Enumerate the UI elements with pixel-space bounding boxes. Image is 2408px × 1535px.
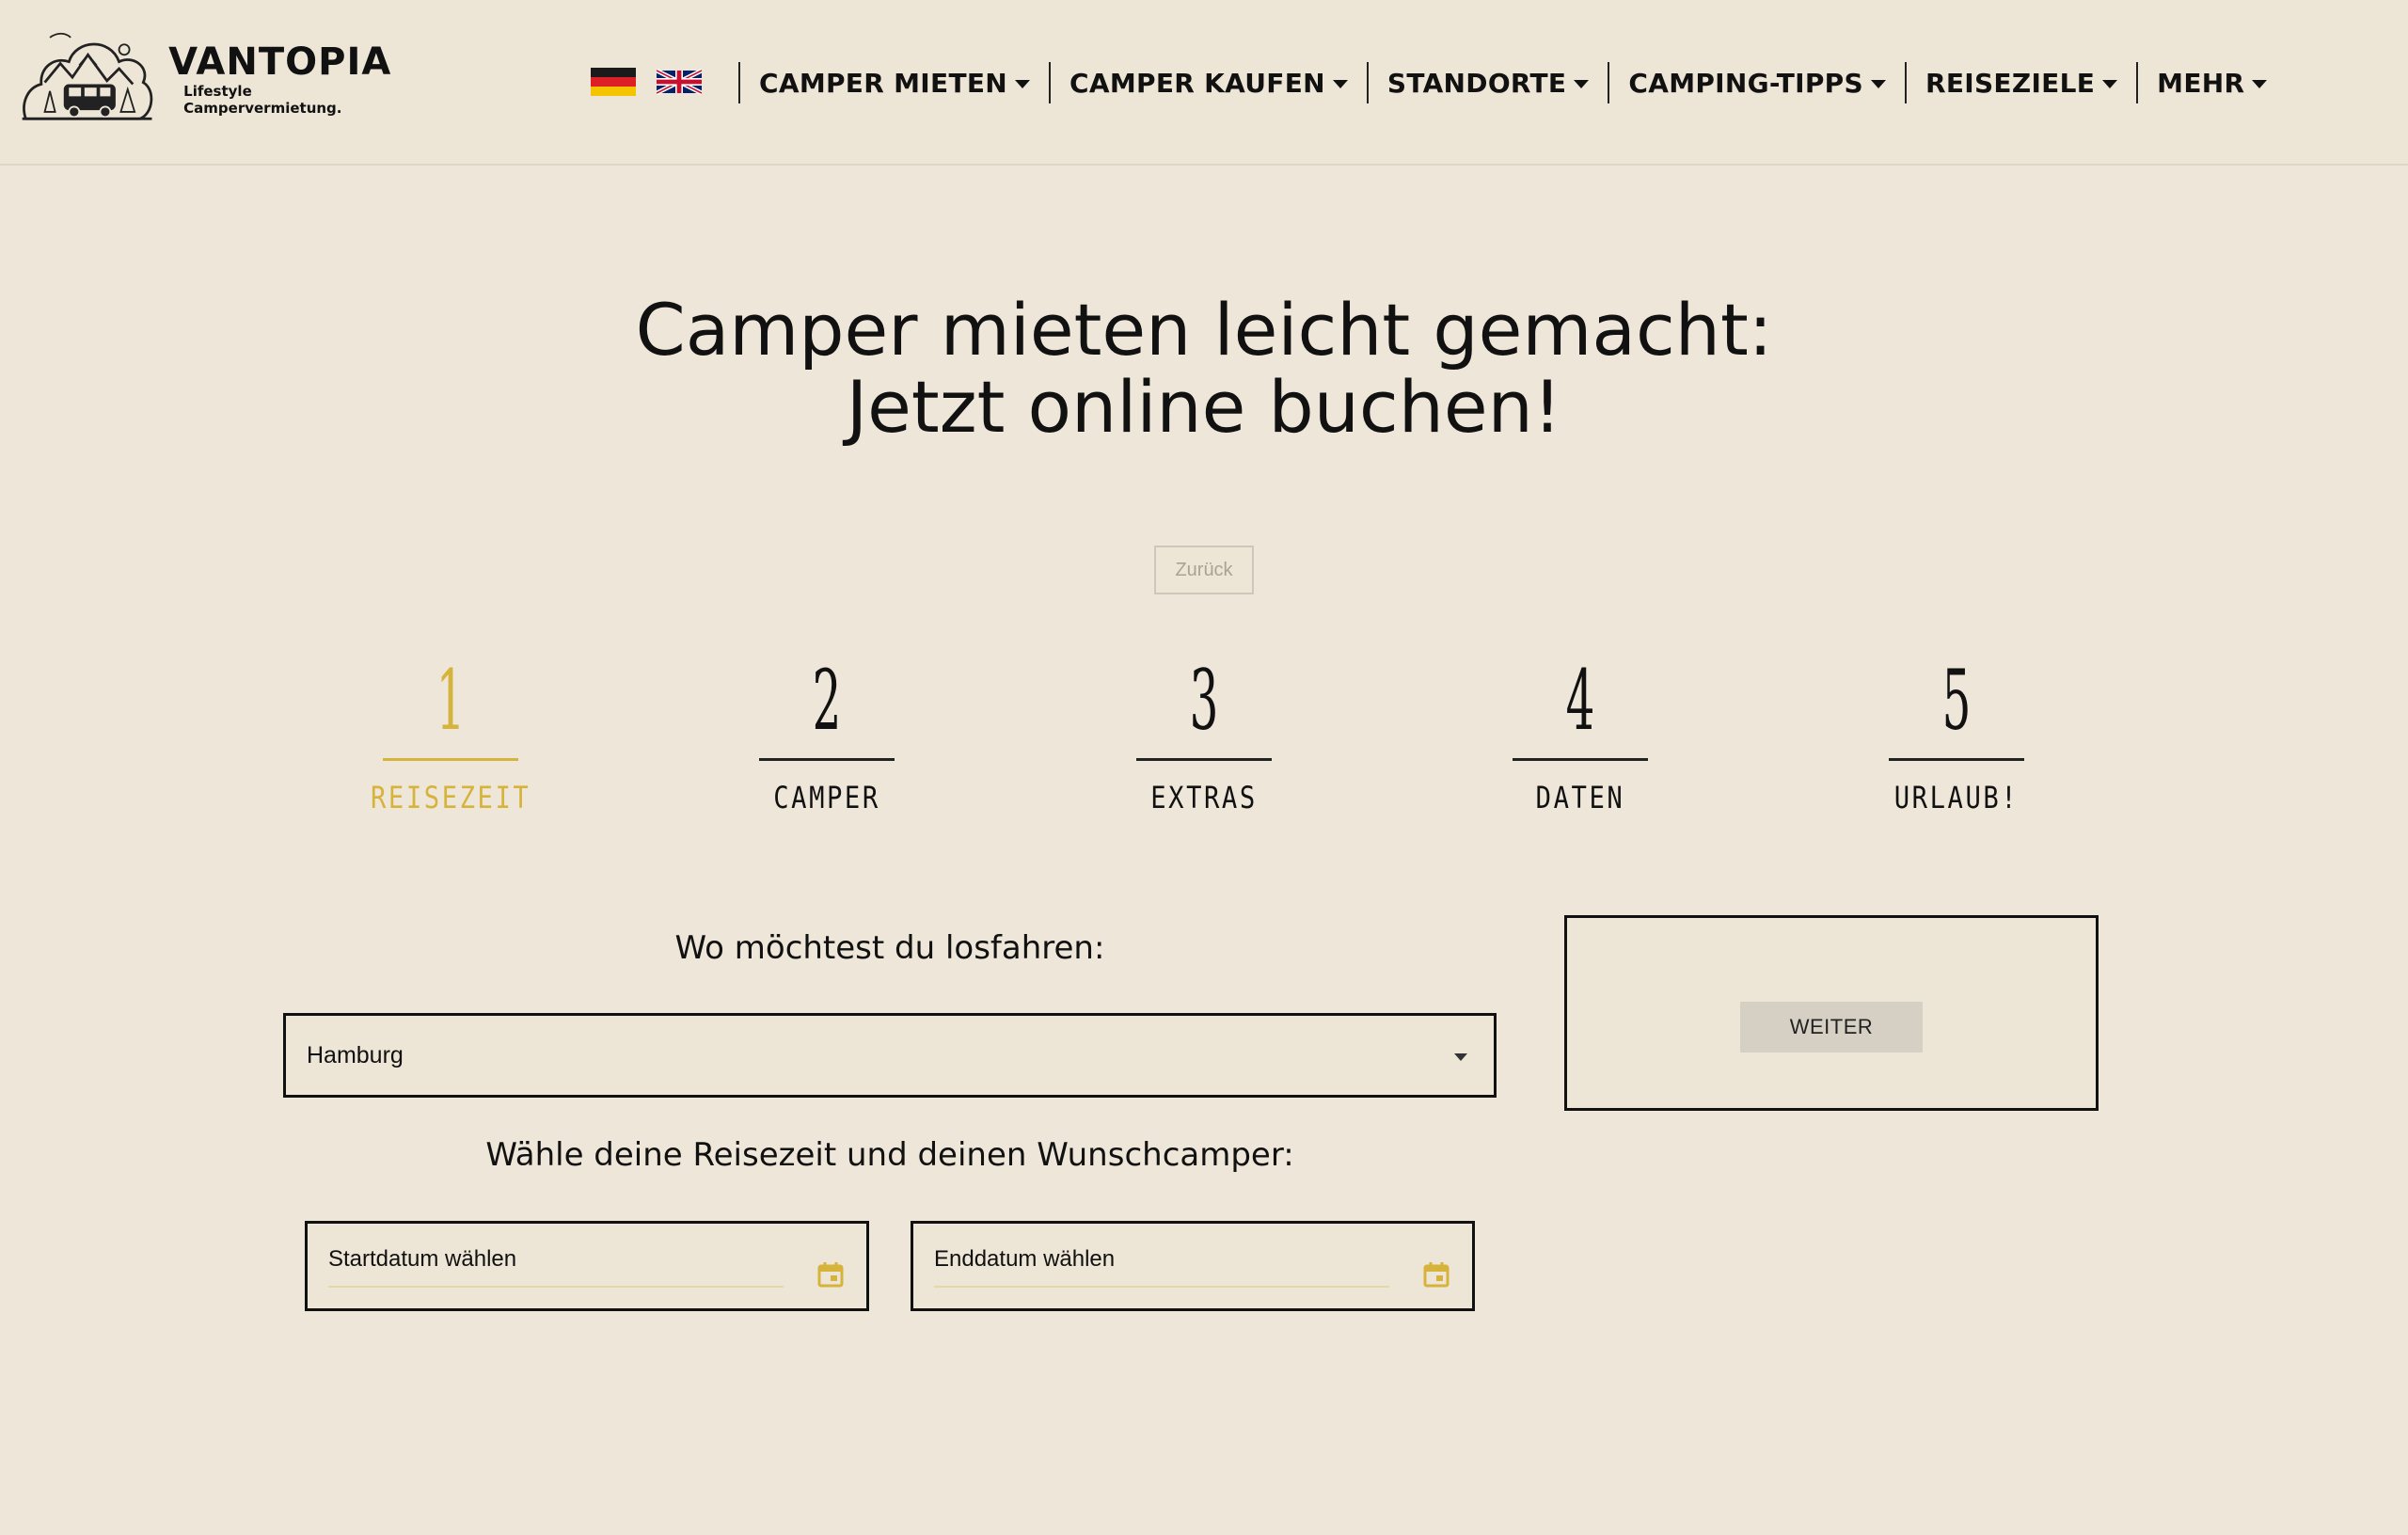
- caret-down-icon: [2102, 80, 2118, 88]
- field-underline: [328, 1286, 784, 1288]
- caret-down-icon: [1015, 80, 1031, 88]
- start-date-field[interactable]: Startdatum wählen: [305, 1221, 869, 1311]
- language-switcher: [591, 68, 702, 96]
- end-date-field[interactable]: Enddatum wählen: [911, 1221, 1475, 1311]
- page-title-line-1: Camper mieten leicht gemacht:: [635, 288, 1773, 372]
- calendar-icon[interactable]: [1423, 1261, 1450, 1288]
- back-button[interactable]: Zurück: [1154, 546, 1254, 594]
- nav-item-label: CAMPER MIETEN: [759, 67, 1008, 99]
- step-label: Extras: [1150, 780, 1258, 815]
- nav-item-reiseziele[interactable]: REISEZIELE: [1907, 68, 2136, 99]
- step-urlaub[interactable]: 5 Urlaub!: [1862, 649, 2051, 815]
- booking-steps: 1 Reisezeit 2 Camper 3 Extras 4 Daten 5 …: [0, 649, 2408, 856]
- step-underline: [1136, 758, 1272, 761]
- nav-item-camper-mieten[interactable]: CAMPER MIETEN: [740, 68, 1049, 99]
- next-button[interactable]: WEITER: [1740, 1002, 1923, 1052]
- caret-down-icon: [1332, 80, 1348, 88]
- step-reisezeit[interactable]: 1 Reisezeit: [356, 649, 545, 815]
- brand-tagline: Lifestyle Campervermietung.: [183, 83, 342, 117]
- step-daten[interactable]: 4 Daten: [1486, 649, 1674, 815]
- booking-summary-panel: WEITER: [1564, 915, 2099, 1111]
- location-selected-value: Hamburg: [307, 1041, 404, 1068]
- location-question: Wo möchtest du losfahren:: [674, 929, 1105, 967]
- step-number: 1: [436, 652, 466, 749]
- nav-item-label: STANDORTE: [1386, 67, 1567, 99]
- brand-name: VANTOPIA: [168, 40, 392, 84]
- nav-item-standorte[interactable]: STANDORTE: [1369, 68, 1608, 99]
- date-question: Wähle deine Reisezeit und deinen Wunschc…: [485, 1136, 1294, 1174]
- step-camper[interactable]: 2 Camper: [733, 649, 921, 815]
- step-number: 2: [812, 652, 842, 749]
- start-date-placeholder: Startdatum wählen: [328, 1246, 517, 1272]
- step-underline: [383, 758, 518, 761]
- calendar-icon[interactable]: [817, 1261, 844, 1288]
- step-label: Daten: [1535, 780, 1625, 815]
- location-select[interactable]: Hamburg: [283, 1013, 1497, 1098]
- caret-down-icon: [2252, 80, 2268, 88]
- chevron-down-icon: [1454, 1053, 1467, 1061]
- site-header: VANTOPIA Lifestyle Campervermietung. CAM…: [0, 0, 2408, 166]
- nav-item-label: CAMPER KAUFEN: [1069, 67, 1325, 99]
- step-extras[interactable]: 3 Extras: [1110, 649, 1298, 815]
- nav-item-mehr[interactable]: MEHR: [2138, 68, 2286, 99]
- step-underline: [1889, 758, 2024, 761]
- caret-down-icon: [1870, 80, 1886, 88]
- nav-item-label: REISEZIELE: [1925, 67, 2096, 99]
- field-underline: [934, 1286, 1389, 1288]
- step-underline: [759, 758, 895, 761]
- brand-logo[interactable]: VANTOPIA Lifestyle Campervermietung.: [19, 23, 395, 135]
- step-label: Camper: [773, 780, 880, 815]
- main-navigation: CAMPER MIETEN CAMPER KAUFEN STANDORTE CA…: [738, 60, 2286, 105]
- camper-logo-icon: [22, 32, 153, 120]
- german-flag-icon[interactable]: [591, 68, 636, 96]
- end-date-placeholder: Enddatum wählen: [934, 1246, 1116, 1272]
- caret-down-icon: [1574, 80, 1590, 88]
- nav-item-label: CAMPING-TIPPS: [1628, 67, 1863, 99]
- nav-item-label: MEHR: [2157, 67, 2245, 99]
- step-number: 4: [1565, 652, 1595, 749]
- step-number: 5: [1941, 652, 1972, 749]
- page-title-line-2: Jetzt online buchen!: [846, 365, 1562, 449]
- step-label: Urlaub!: [1893, 780, 2020, 815]
- nav-item-camping-tipps[interactable]: CAMPING-TIPPS: [1609, 68, 1905, 99]
- page-title: Camper mieten leicht gemacht: Jetzt onli…: [0, 292, 2408, 446]
- step-underline: [1513, 758, 1648, 761]
- step-number: 3: [1189, 652, 1219, 749]
- uk-flag-icon[interactable]: [657, 68, 702, 96]
- nav-item-camper-kaufen[interactable]: CAMPER KAUFEN: [1051, 68, 1367, 99]
- step-label: Reisezeit: [371, 780, 531, 815]
